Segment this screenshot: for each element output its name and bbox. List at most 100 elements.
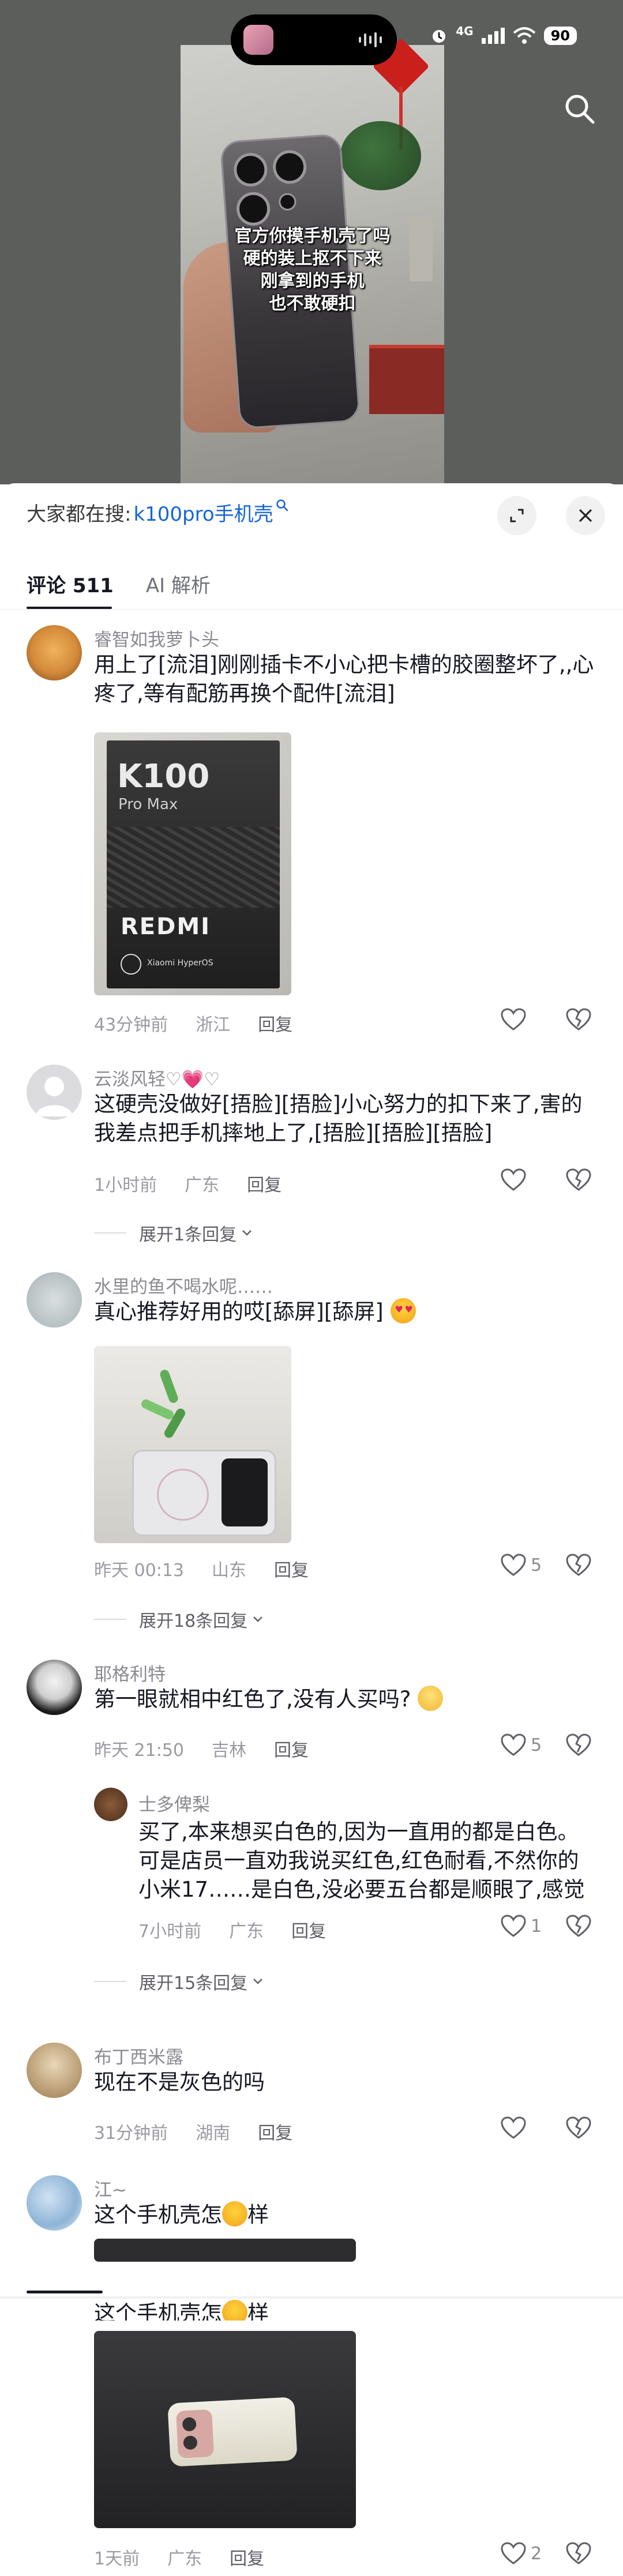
reply-button[interactable]: 回复 xyxy=(258,2119,292,2144)
reply-button[interactable]: 回复 xyxy=(230,2544,264,2570)
expand-replies-label: 展开1条回复 xyxy=(139,1225,237,1245)
broken-heart-icon xyxy=(566,2542,591,2564)
heart-icon xyxy=(501,1008,526,1031)
reply-button[interactable]: 回复 xyxy=(258,1010,292,1036)
comment-time: 昨天 21:50 xyxy=(94,1740,184,1761)
chevron-down-icon xyxy=(253,1979,263,1984)
divider xyxy=(94,1619,126,1620)
comment-time: 7小时前 xyxy=(138,1921,202,1942)
reply-button[interactable]: 回复 xyxy=(247,1171,282,1196)
search-suggestion-query[interactable]: k100pro手机壳 xyxy=(133,498,273,527)
comment-text: 用上了[流泪]刚刚插卡不小心把卡槽的胶圈整坏了,,心疼了,等有配筋再换个配件[流… xyxy=(94,652,594,706)
avatar[interactable] xyxy=(94,1788,127,1821)
comment-location: 广东 xyxy=(185,1175,220,1195)
audio-waveform-icon xyxy=(359,32,382,48)
heart-icon xyxy=(501,1915,526,1937)
comment-username[interactable]: 布丁西米露 xyxy=(94,2043,183,2069)
dislike-button[interactable] xyxy=(566,1168,591,1194)
os-logo-icon xyxy=(121,954,141,975)
comment-username[interactable]: 云淡风轻♡💗♡ xyxy=(94,1065,220,1090)
phone-box-image: K100 Pro Max REDMI Xiaomi HyperOS xyxy=(107,740,280,988)
comment-tabs: 评论 511 AI 解析 xyxy=(27,570,211,597)
camera-lens xyxy=(235,191,272,227)
search-suggestion[interactable]: 大家都在搜: k100pro手机壳 xyxy=(27,498,288,527)
dislike-button[interactable] xyxy=(566,1554,591,1579)
reply-button[interactable]: 回复 xyxy=(274,1556,309,1581)
broken-heart-icon xyxy=(566,1554,591,1576)
comment-username[interactable]: 江~ xyxy=(94,2175,127,2201)
expand-button[interactable] xyxy=(497,496,536,535)
divider xyxy=(0,609,623,610)
like-button[interactable]: 5 xyxy=(501,1733,542,1757)
reply-button[interactable]: 回复 xyxy=(274,1736,309,1761)
box-pattern xyxy=(107,827,280,908)
dynamic-island[interactable] xyxy=(231,14,397,65)
video-background-shelf xyxy=(369,345,444,414)
avatar[interactable] xyxy=(27,625,82,680)
camera-flash xyxy=(278,192,297,211)
like-button[interactable] xyxy=(501,1008,526,1031)
network-type: 4G xyxy=(456,24,474,38)
comment-meta: 31分钟前 湖南 回复 xyxy=(94,2119,292,2144)
divider xyxy=(94,1981,126,1982)
broken-heart-icon xyxy=(566,1008,591,1031)
video-player[interactable]: 官方你摸手机壳了吗 硬的装上抠不下来 刚拿到的手机 也不敢硬扣 4G 90 xyxy=(0,0,623,484)
comment-meta: 43分钟前 浙江 回复 xyxy=(94,1010,292,1036)
comment-image[interactable] xyxy=(94,2331,356,2528)
avatar[interactable] xyxy=(27,1660,82,1715)
comment-location: 广东 xyxy=(229,1921,264,1942)
chevron-down-icon xyxy=(242,1230,252,1236)
expand-replies[interactable]: 展开18条回复 xyxy=(94,1607,265,1632)
like-count: 2 xyxy=(531,2543,542,2564)
box-os-text: Xiaomi HyperOS xyxy=(147,958,213,968)
grinning-emoji-icon xyxy=(222,2300,247,2321)
like-button[interactable]: 1 xyxy=(501,1915,542,1938)
comment-image[interactable] xyxy=(94,2239,356,2262)
like-button[interactable]: 2 xyxy=(501,2542,542,2565)
product-logo-image xyxy=(134,1368,204,1440)
broken-heart-icon xyxy=(566,1733,591,1756)
close-button[interactable] xyxy=(566,496,605,535)
comment-meta: 昨天 21:50 吉林 回复 xyxy=(94,1736,309,1761)
dislike-button[interactable] xyxy=(566,2542,591,2567)
phone-case-image xyxy=(132,1450,276,1536)
reply-username[interactable]: 士多俾梨 xyxy=(138,1790,210,1816)
comment-username[interactable]: 耶格利特 xyxy=(94,1660,166,1686)
comment-username[interactable]: 水里的鱼不喝水呢…… xyxy=(94,1272,273,1298)
heart-icon xyxy=(501,2116,526,2139)
comment-username[interactable]: 睿智如我萝卜头 xyxy=(94,625,219,651)
heart-icon xyxy=(501,2542,526,2564)
dislike-button[interactable] xyxy=(566,1008,591,1033)
expand-replies-label: 展开15条回复 xyxy=(139,1973,248,1994)
avatar[interactable] xyxy=(27,1272,82,1328)
avatar[interactable] xyxy=(27,2043,82,2098)
like-button[interactable] xyxy=(501,1168,526,1191)
comment-text: 这个手机壳怎 样 xyxy=(94,2300,596,2321)
box-logo-text: REDMI xyxy=(121,913,211,940)
avatar[interactable] xyxy=(27,1065,82,1120)
dislike-button[interactable] xyxy=(566,2116,591,2142)
expand-replies[interactable]: 展开1条回复 xyxy=(94,1220,254,1246)
comment-text-content: 样 xyxy=(247,2301,269,2321)
dislike-button[interactable] xyxy=(566,1915,591,1940)
comment-location: 山东 xyxy=(212,1560,246,1581)
like-count: 5 xyxy=(531,1735,542,1755)
reply-button[interactable]: 回复 xyxy=(291,1917,326,1942)
comment-meta: 7小时前 广东 回复 xyxy=(138,1917,326,1942)
tab-ai-analysis[interactable]: AI 解析 xyxy=(146,570,211,597)
camera-lens xyxy=(272,149,308,185)
wifi-icon xyxy=(513,27,535,44)
search-icon[interactable] xyxy=(563,92,595,125)
like-button[interactable]: 5 xyxy=(501,1554,542,1577)
dislike-button[interactable] xyxy=(566,1733,591,1759)
comment-location: 浙江 xyxy=(196,1015,231,1035)
divider xyxy=(94,1232,126,1234)
avatar[interactable] xyxy=(27,2175,82,2231)
like-button[interactable] xyxy=(501,2116,526,2139)
tab-comments[interactable]: 评论 511 xyxy=(27,570,114,597)
comment-image[interactable] xyxy=(94,1346,291,1543)
grinning-emoji-icon xyxy=(222,2201,247,2227)
comment-text-content: 这个手机壳怎 xyxy=(94,2301,222,2321)
comment-image[interactable]: K100 Pro Max REDMI Xiaomi HyperOS xyxy=(94,732,291,995)
expand-replies[interactable]: 展开15条回复 xyxy=(94,1969,265,1994)
